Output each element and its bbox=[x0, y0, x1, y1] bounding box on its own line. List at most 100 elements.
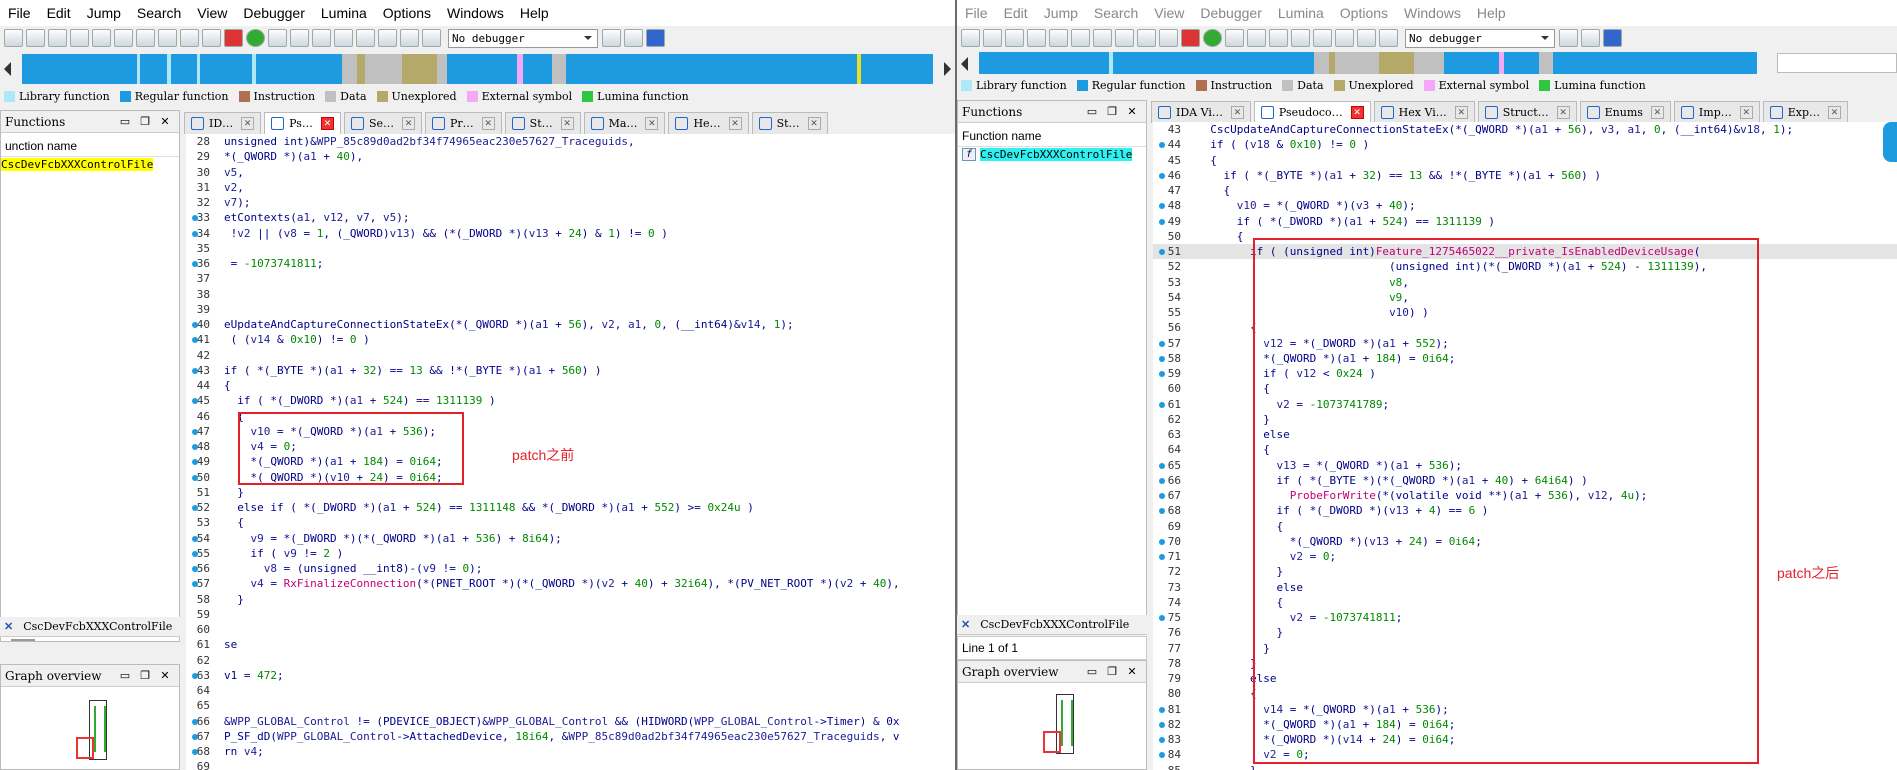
debugger-select[interactable]: No debugger bbox=[1405, 28, 1555, 48]
statement-dot-icon[interactable] bbox=[192, 444, 198, 450]
float-icon[interactable]: ▭ bbox=[119, 115, 131, 128]
close-icon[interactable]: ✕ bbox=[1350, 106, 1364, 119]
close-icon[interactable]: ✕ bbox=[645, 117, 659, 130]
process-icon[interactable] bbox=[1581, 29, 1600, 47]
graph-minimap[interactable] bbox=[1043, 694, 1074, 754]
tab-imports[interactable]: Imp… ✕ bbox=[1673, 101, 1760, 123]
code-line[interactable]: 49 if ( *(_DWORD *)(a1 + 524) == 1311139… bbox=[1153, 214, 1897, 229]
open-icon[interactable] bbox=[961, 29, 980, 47]
stop-icon[interactable] bbox=[422, 29, 441, 47]
xref-icon[interactable] bbox=[312, 29, 331, 47]
tab-mapping[interactable]: Ma… ✕ bbox=[583, 112, 666, 134]
menu-jump[interactable]: Jump bbox=[1036, 5, 1086, 21]
code-line[interactable]: 37 bbox=[186, 271, 955, 286]
code-line[interactable]: 44 { bbox=[186, 378, 955, 393]
code-line[interactable]: 35 bbox=[186, 241, 955, 256]
forward-icon[interactable] bbox=[1027, 29, 1046, 47]
statement-dot-icon[interactable] bbox=[1159, 203, 1165, 210]
close-icon[interactable]: ✕ bbox=[1739, 106, 1753, 119]
sync-icon[interactable] bbox=[646, 29, 665, 47]
statement-dot-icon[interactable] bbox=[1159, 371, 1165, 377]
code-line[interactable]: 56 v8 = (unsigned __int8)-(v9 != 0); bbox=[186, 561, 955, 576]
save-icon[interactable] bbox=[26, 29, 45, 47]
statement-dot-icon[interactable] bbox=[192, 261, 198, 267]
play-icon[interactable] bbox=[378, 29, 397, 47]
close-icon[interactable]: ✕ bbox=[1454, 106, 1468, 119]
menu-search[interactable]: Search bbox=[1086, 5, 1146, 21]
menu-view[interactable]: View bbox=[1146, 5, 1192, 21]
code-line[interactable]: 65 bbox=[186, 698, 955, 713]
code-line[interactable]: 40 eUpdateAndCaptureConnectionStateEx(*(_… bbox=[186, 317, 955, 332]
hscroll-thumb[interactable] bbox=[11, 639, 35, 641]
jump-down-icon[interactable] bbox=[1137, 29, 1156, 47]
code-line[interactable]: 33 etContexts(a1, v12, v7, v5); bbox=[186, 210, 955, 225]
code-line[interactable]: 46 if ( *(_BYTE *)(a1 + 32) == 13 && !*(… bbox=[1153, 168, 1897, 183]
search-immediate-icon[interactable] bbox=[1115, 29, 1134, 47]
tab-enums[interactable]: Enums ✕ bbox=[1579, 101, 1671, 123]
statement-dot-icon[interactable] bbox=[1159, 554, 1165, 560]
nav-side-field[interactable] bbox=[1777, 53, 1897, 73]
menu-lumina[interactable]: Lumina bbox=[313, 5, 375, 21]
statement-dot-icon[interactable] bbox=[192, 749, 198, 755]
jump-down-icon[interactable] bbox=[180, 29, 199, 47]
code-line[interactable]: 64 bbox=[186, 683, 955, 698]
search-immediate-icon[interactable] bbox=[158, 29, 177, 47]
close-icon[interactable]: ✕ bbox=[1650, 106, 1664, 119]
code-line[interactable]: 57 v4 = RxFinalizeConnection(*(PNET_ROOT… bbox=[186, 576, 955, 591]
stop-icon[interactable] bbox=[1379, 29, 1398, 47]
breakpoint-icon[interactable] bbox=[602, 29, 621, 47]
text-icon[interactable] bbox=[202, 29, 221, 47]
statement-dot-icon[interactable] bbox=[1159, 493, 1165, 499]
code-line[interactable]: 28 unsigned int)&WPP_85c89d0ad2bf34f74965… bbox=[186, 134, 955, 149]
tab-segments[interactable]: Se… ✕ bbox=[343, 112, 422, 134]
code-line[interactable]: 42 bbox=[186, 348, 955, 363]
code-line[interactable]: 47 { bbox=[1153, 183, 1897, 198]
navigation-bar[interactable] bbox=[979, 52, 1757, 74]
code-line[interactable]: 66 &WPP_GLOBAL_Control != (PDEVICE_OBJECT… bbox=[186, 714, 955, 729]
code-line[interactable]: 45 { bbox=[1153, 153, 1897, 168]
back-icon[interactable] bbox=[48, 29, 67, 47]
tab-hex-view[interactable]: He… ✕ bbox=[668, 112, 749, 134]
nav-left-arrow-icon[interactable] bbox=[961, 57, 968, 71]
graph-icon[interactable] bbox=[334, 29, 353, 47]
menu-options[interactable]: Options bbox=[1332, 5, 1396, 21]
go-icon[interactable] bbox=[246, 29, 265, 47]
restore-icon[interactable]: ❐ bbox=[139, 669, 151, 682]
code-line[interactable]: 55 if ( v9 != 2 ) bbox=[186, 546, 955, 561]
function-file-tab[interactable]: ✕ CscDevFcbXXXControlFile bbox=[957, 615, 1147, 635]
search-text-icon[interactable] bbox=[1071, 29, 1090, 47]
search-binary-icon[interactable] bbox=[136, 29, 155, 47]
close-icon[interactable]: ✕ bbox=[401, 117, 415, 130]
statement-dot-icon[interactable] bbox=[1159, 462, 1165, 469]
code-line[interactable]: 63 v1 = 472; bbox=[186, 668, 955, 683]
tab-strings[interactable]: St… ✕ bbox=[504, 112, 581, 134]
statement-dot-icon[interactable] bbox=[1159, 752, 1165, 759]
code-line[interactable]: 61 se bbox=[186, 637, 955, 652]
tab-structures[interactable]: St… ✕ bbox=[751, 112, 828, 134]
function-list-item[interactable]: f CscDevFcbXXXControlFile bbox=[958, 147, 1146, 162]
statement-dot-icon[interactable] bbox=[192, 672, 198, 679]
close-icon[interactable]: ✕ bbox=[481, 117, 495, 130]
menu-options[interactable]: Options bbox=[375, 5, 439, 21]
pause-icon[interactable] bbox=[1357, 29, 1376, 47]
statement-dot-icon[interactable] bbox=[192, 550, 198, 557]
search-binary-icon[interactable] bbox=[1093, 29, 1112, 47]
statement-dot-icon[interactable] bbox=[1159, 401, 1165, 408]
code-line[interactable]: 43 if ( *(_BYTE *)(a1 + 32) == 13 && !*(_… bbox=[186, 363, 955, 378]
graph-icon[interactable] bbox=[1291, 29, 1310, 47]
statement-dot-icon[interactable] bbox=[1159, 355, 1165, 362]
restore-icon[interactable]: ❐ bbox=[1106, 665, 1118, 678]
code-line[interactable]: 41 ( (v14 & 0x10) != 0 ) bbox=[186, 332, 955, 347]
close-icon[interactable]: ✕ bbox=[560, 117, 574, 130]
code-line[interactable]: 43 CscUpdateAndCaptureConnectionStateEx(… bbox=[1153, 122, 1897, 137]
go-icon[interactable] bbox=[1203, 29, 1222, 47]
tab-ida-view[interactable]: ID… ✕ bbox=[184, 112, 262, 134]
code-line[interactable]: 60 bbox=[186, 622, 955, 637]
statement-dot-icon[interactable] bbox=[1159, 172, 1165, 179]
statement-dot-icon[interactable] bbox=[192, 718, 198, 725]
nav-left-arrow-icon[interactable] bbox=[4, 62, 11, 76]
graph-minimap[interactable] bbox=[76, 700, 107, 760]
statement-dot-icon[interactable] bbox=[192, 367, 198, 374]
menu-windows[interactable]: Windows bbox=[439, 5, 512, 21]
code-line[interactable]: 59 bbox=[186, 607, 955, 622]
